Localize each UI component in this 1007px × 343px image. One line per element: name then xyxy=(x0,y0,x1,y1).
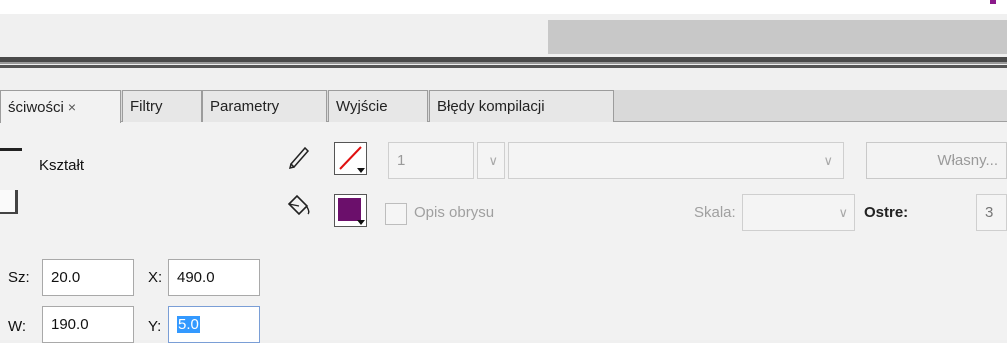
x-label: X: xyxy=(148,269,163,286)
object-type-label: Kształt xyxy=(39,157,85,174)
paint-bucket-icon xyxy=(285,194,313,218)
tab-output[interactable]: Wyjście xyxy=(328,90,428,122)
shape-icon xyxy=(0,190,18,214)
top-area xyxy=(0,0,1007,14)
x-value: 490.0 xyxy=(177,269,215,286)
joints-label: Ostre: xyxy=(864,204,909,221)
tab-compiler-errors[interactable]: Błędy kompilacji xyxy=(429,90,614,122)
height-label: W: xyxy=(8,318,27,335)
tab-label: Parametry xyxy=(210,98,280,115)
chevron-down-icon: ∨ xyxy=(823,153,833,168)
custom-stroke-label: Własny... xyxy=(937,152,998,169)
dropdown-arrow-icon xyxy=(357,168,365,173)
fill-color-swatch[interactable] xyxy=(334,194,367,227)
scale-select[interactable]: ∨ xyxy=(742,194,855,231)
tab-label: Wyjście xyxy=(336,98,388,115)
x-input[interactable]: 490.0 xyxy=(168,259,260,296)
scale-label: Skala: xyxy=(694,204,736,221)
stroke-style-select[interactable]: ∨ xyxy=(508,142,844,179)
y-value: 5.0 xyxy=(177,316,200,333)
height-input[interactable]: 190.0 xyxy=(42,306,134,343)
fill-color-preview xyxy=(338,198,361,221)
chevron-down-icon: ∨ xyxy=(838,205,848,220)
y-input[interactable]: 5.0 xyxy=(168,306,260,343)
y-label: Y: xyxy=(148,318,162,335)
panel-divider-light xyxy=(0,62,1007,64)
top-mark xyxy=(990,0,996,4)
toolbar-scrollbar-area xyxy=(548,20,1007,54)
stroke-color-swatch[interactable] xyxy=(334,142,367,175)
tab-parameters[interactable]: Parametry xyxy=(202,90,327,122)
shape-icon-top xyxy=(0,148,22,151)
joints-value: 3 xyxy=(985,204,994,221)
stroke-hinting-label: Opis obrysu xyxy=(414,204,495,221)
dropdown-arrow-icon xyxy=(357,220,365,225)
stroke-width-input[interactable]: 1 xyxy=(388,142,474,179)
tab-label: ściwości xyxy=(8,98,64,116)
custom-stroke-button[interactable]: Własny... xyxy=(866,142,1007,179)
tab-filters[interactable]: Filtry xyxy=(122,90,202,122)
height-value: 190.0 xyxy=(51,316,89,333)
stroke-hinting-checkbox[interactable] xyxy=(385,203,407,225)
chevron-down-icon: ∨ xyxy=(488,153,498,168)
tab-label: Błędy kompilacji xyxy=(437,98,545,115)
tab-properties[interactable]: ściwości × xyxy=(0,90,121,123)
stroke-width-value: 1 xyxy=(397,152,406,169)
width-label: Sz: xyxy=(8,269,30,286)
stroke-width-slider-button[interactable]: ∨ xyxy=(477,142,505,179)
width-input[interactable]: 20.0 xyxy=(42,259,134,296)
tab-label: Filtry xyxy=(130,98,163,115)
pencil-icon xyxy=(287,142,311,170)
close-icon[interactable]: × xyxy=(68,99,76,115)
joints-input[interactable]: 3 xyxy=(976,194,1007,231)
width-value: 20.0 xyxy=(51,269,81,286)
